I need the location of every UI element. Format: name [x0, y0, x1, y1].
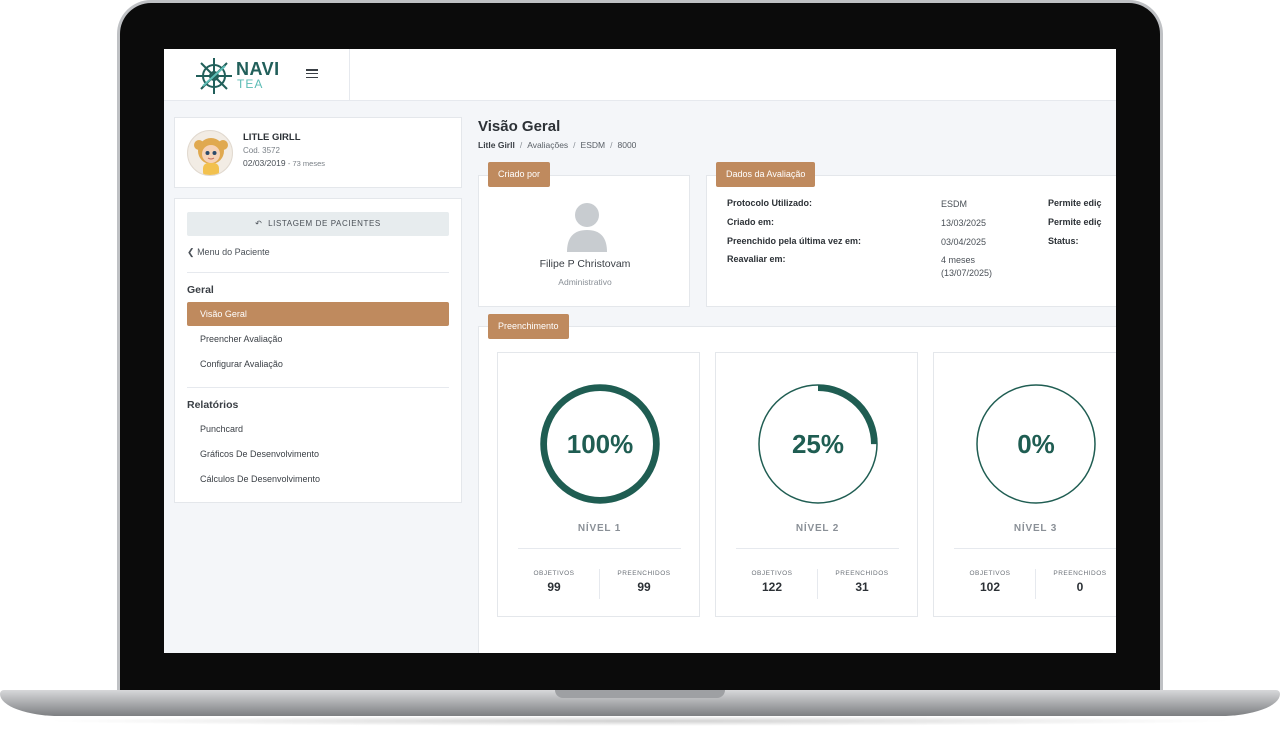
girl-avatar-icon [194, 138, 228, 175]
divider [954, 548, 1116, 549]
reevaluate-value: 4 meses [941, 255, 976, 265]
filled-label: PREENCHIDOS [617, 570, 671, 577]
filled-stat: PREENCHIDOS 99 [594, 570, 694, 594]
reevaluate-label: Reavaliar em: [727, 254, 786, 264]
fill-progress-tag: Preenchimento [488, 314, 569, 339]
level-card: 25% NÍVEL 2 OBJETIVOS 122 PREENCHIDOS 31 [715, 352, 918, 617]
patient-name: LITLE GIRLL [243, 132, 301, 143]
patient-card: LITLE GIRLL Cod. 3572 02/03/2019 - 73 me… [174, 117, 462, 188]
user-silhouette-icon [567, 203, 607, 252]
filled-stat: PREENCHIDOS 0 [1030, 570, 1116, 594]
breadcrumb-item[interactable]: Litle Girll [478, 140, 515, 150]
level-name: NÍVEL 1 [577, 523, 622, 534]
sidebar-item-configurar-avaliacao[interactable]: Configurar Avaliação [187, 352, 449, 376]
filled-value: 99 [637, 580, 651, 594]
laptop-shadow [40, 716, 1240, 726]
patient-birth-date: 02/03/2019 [243, 158, 286, 168]
breadcrumb: Litle Girll / Avaliações / ESDM/8000 [478, 140, 637, 150]
brand-subtitle: TEA [237, 77, 264, 91]
reevaluate-date: (13/07/2025) [941, 268, 993, 278]
section-title-geral: Geral [187, 284, 214, 296]
avatar [187, 130, 233, 176]
progress-ring: 100% [540, 384, 660, 504]
filled-value: 31 [855, 580, 869, 594]
patient-menu-link[interactable]: ❮ Menu do Paciente [187, 247, 270, 258]
sidebar-item-graficos[interactable]: Gráficos De Desenvolvimento [187, 442, 449, 466]
brand[interactable]: NAVI TEA [164, 49, 350, 101]
filled-label: PREENCHIDOS [1053, 570, 1107, 577]
last-filled-label: Preenchido pela última vez em: [727, 236, 862, 246]
patient-list-button[interactable]: ↶ LISTAGEM DE PACIENTES [187, 212, 449, 236]
sidebar-nav: ↶ LISTAGEM DE PACIENTES ❮ Menu do Pacien… [174, 198, 462, 503]
evaluation-data-tag: Dados da Avaliação [716, 162, 816, 187]
patient-birth: 02/03/2019 - 73 meses [243, 158, 325, 168]
page-title: Visão Geral [478, 118, 561, 135]
evaluation-data-card: Protocolo Utilizado: ESDM Criado em: 13/… [706, 175, 1116, 307]
chevron-left-icon: ❮ [187, 247, 195, 257]
hamburger-menu-icon[interactable] [306, 69, 318, 79]
ship-wheel-logo-icon [196, 58, 232, 94]
divider [736, 548, 899, 549]
divider [187, 272, 449, 273]
patient-code: Cod. 3572 [243, 146, 280, 155]
objectives-value: 102 [979, 580, 1001, 594]
created-at-label: Criado em: [727, 217, 775, 227]
breadcrumb-item: 8000 [617, 140, 637, 150]
status-label: Status: [1048, 236, 1079, 246]
sidebar-item-calculos[interactable]: Cálculos De Desenvolvimento [187, 467, 449, 491]
created-by-tag: Criado por [488, 162, 551, 187]
level-name: NÍVEL 3 [1013, 523, 1058, 534]
top-bar: NAVI TEA [164, 49, 1116, 101]
creator-name: Filipe P Christovam [539, 258, 631, 270]
level-card: 0% NÍVEL 3 OBJETIVOS 102 PREENCHIDOS 0 [933, 352, 1116, 617]
divider [518, 548, 681, 549]
level-card: 100% NÍVEL 1 OBJETIVOS 99 PREENCHIDOS 99 [497, 352, 700, 617]
created-at-value: 13/03/2025 [941, 218, 987, 228]
protocol-value: ESDM [941, 199, 968, 209]
progress-percent: 25% [792, 429, 844, 459]
progress-ring: 0% [976, 384, 1096, 504]
sidebar-item-preencher-avaliacao[interactable]: Preencher Avaliação [187, 327, 449, 351]
objectives-stat: OBJETIVOS 122 [722, 570, 822, 594]
patient-list-button-label: LISTAGEM DE PACIENTES [268, 219, 381, 228]
filled-label: PREENCHIDOS [835, 570, 889, 577]
edit-permission-label: Permite ediç [1048, 198, 1102, 208]
level-name: NÍVEL 2 [795, 523, 840, 534]
objectives-label: OBJETIVOS [969, 570, 1011, 577]
objectives-label: OBJETIVOS [533, 570, 575, 577]
filled-stat: PREENCHIDOS 31 [812, 570, 912, 594]
objectives-stat: OBJETIVOS 99 [504, 570, 604, 594]
progress-percent: 100% [567, 429, 634, 459]
progress-percent: 0% [1017, 429, 1055, 459]
undo-arrow-icon: ↶ [255, 219, 263, 228]
edit-permission-label: Permite ediç [1048, 217, 1102, 227]
creator-role: Administrativo [558, 277, 612, 287]
objectives-value: 99 [547, 580, 561, 594]
creator-card: Filipe P Christovam Administrativo [478, 175, 690, 307]
filled-value: 0 [1076, 580, 1084, 594]
sidebar-item-visao-geral[interactable]: Visão Geral [187, 302, 449, 326]
section-title-relatorios: Relatórios [187, 399, 239, 411]
objectives-value: 122 [761, 580, 783, 594]
divider [187, 387, 449, 388]
app-screen: NAVI TEA LITLE GIRLL Cod. 3572 02/03/201… [164, 49, 1116, 653]
patient-age: - 73 meses [287, 159, 326, 168]
sidebar-item-punchcard[interactable]: Punchcard [187, 417, 449, 441]
last-filled-value: 03/04/2025 [941, 237, 987, 247]
progress-ring: 25% [758, 384, 878, 504]
objectives-stat: OBJETIVOS 102 [940, 570, 1040, 594]
patient-menu-link-label: Menu do Paciente [197, 247, 270, 257]
breadcrumb-item[interactable]: Avaliações [527, 140, 568, 150]
objectives-label: OBJETIVOS [751, 570, 793, 577]
protocol-label: Protocolo Utilizado: [727, 198, 812, 208]
breadcrumb-item[interactable]: ESDM [581, 140, 606, 150]
laptop-notch [555, 690, 725, 698]
